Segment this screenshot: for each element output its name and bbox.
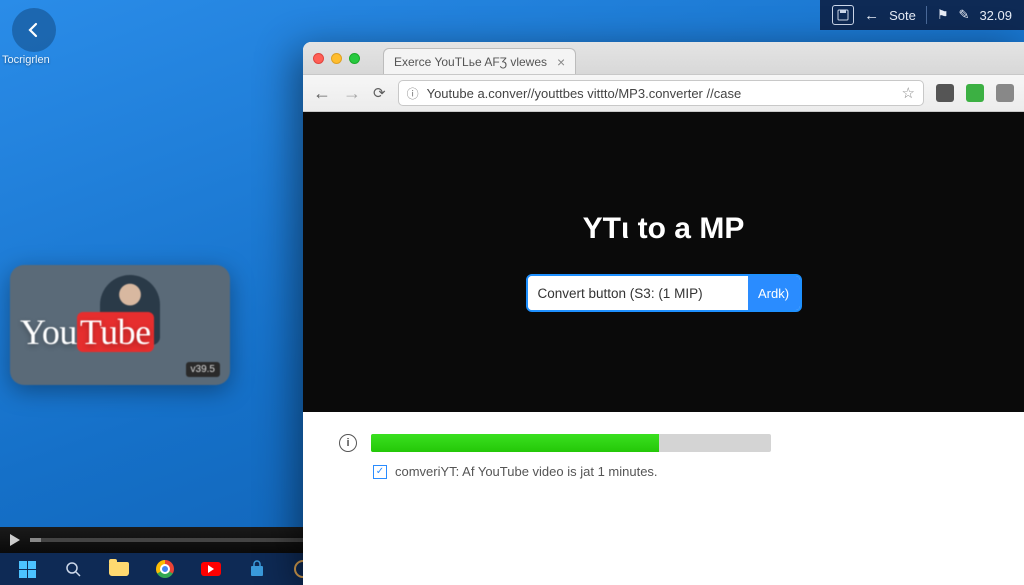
window-close-button[interactable] <box>313 53 324 64</box>
extension-2-icon[interactable] <box>966 84 984 102</box>
taskbar-chrome[interactable] <box>144 556 186 582</box>
address-bar[interactable]: ⓘ Youtube a.conver//youttbes vittto/MP3.… <box>398 80 924 106</box>
extension-3-icon[interactable] <box>996 84 1014 102</box>
convert-bar: Ardk) <box>526 274 802 312</box>
youtube-icon <box>201 562 221 576</box>
status-text: comveriYT: Af YouTube video is jat 1 min… <box>395 464 658 479</box>
youtube-logo: YouTube <box>20 311 154 353</box>
windows-logo-icon <box>19 561 36 578</box>
folder-icon <box>109 562 129 576</box>
start-button[interactable] <box>6 556 48 582</box>
browser-tab[interactable]: Exerce YouTLьe AFƷ vlewes × <box>383 48 576 74</box>
window-maximize-button[interactable] <box>349 53 360 64</box>
taskbar-store[interactable] <box>236 556 278 582</box>
browser-titlebar: Exerce YouTLьe AFƷ vlewes × <box>303 42 1024 74</box>
url-input[interactable] <box>528 276 748 310</box>
browser-window: Exerce YouTLьe AFƷ vlewes × ← → ⟳ ⓘ Yout… <box>303 42 1024 585</box>
hero-section: YTι to a MP Ardk) <box>303 112 1024 412</box>
play-icon[interactable] <box>10 534 20 546</box>
arrow-left-icon <box>24 20 44 40</box>
nav-forward-button[interactable]: → <box>343 83 361 104</box>
system-tray: ← Sote ⚑ ✎ 32.09 <box>820 0 1024 30</box>
bookmark-star-icon[interactable]: ☆ <box>902 84 915 102</box>
tab-title: Exerce YouTLьe AFƷ vlewes <box>394 55 547 69</box>
tab-close-button[interactable]: × <box>557 55 565 69</box>
tray-save-icon[interactable] <box>832 5 854 25</box>
taskbar-search-button[interactable] <box>52 556 94 582</box>
info-icon: i <box>339 434 357 452</box>
taskbar-youtube[interactable] <box>190 556 232 582</box>
chrome-icon <box>156 560 174 578</box>
check-icon: ✓ <box>373 465 387 479</box>
youtube-thumbnail-card[interactable]: YouTube v39.5 <box>10 265 230 385</box>
desktop-back-icon[interactable] <box>12 8 56 52</box>
progress-row: i <box>339 434 988 452</box>
browser-toolbar: ← → ⟳ ⓘ Youtube a.conver//youttbes vittt… <box>303 74 1024 112</box>
tray-divider <box>926 6 927 24</box>
tray-clock: 32.09 <box>979 8 1012 23</box>
status-line: ✓ comveriYT: Af YouTube video is jat 1 m… <box>373 464 988 479</box>
search-icon <box>65 561 81 577</box>
reload-button[interactable]: ⟳ <box>373 84 386 102</box>
desktop-background: Tocrigrlen ← Sote ⚑ ✎ 32.09 YouTube v39.… <box>0 0 1024 585</box>
tray-sote-label: Sote <box>889 8 916 23</box>
url-text: Youtube a.conver//youttbes vittto/MP3.co… <box>427 86 742 101</box>
window-minimize-button[interactable] <box>331 53 342 64</box>
convert-button[interactable]: Ardk) <box>748 276 800 310</box>
taskbar-explorer[interactable] <box>98 556 140 582</box>
arrow-left-icon[interactable]: ← <box>864 7 879 24</box>
extension-1-icon[interactable] <box>936 84 954 102</box>
pencil-icon[interactable]: ✎ <box>959 7 970 23</box>
page-content: YTι to a MP Ardk) i ✓ comveriYT: Af YouT… <box>303 112 1024 585</box>
result-section: i ✓ comveriYT: Af YouTube video is jat 1… <box>303 412 1024 585</box>
nav-back-button[interactable]: ← <box>313 83 331 104</box>
progress-bar <box>371 434 771 452</box>
media-progress[interactable] <box>30 538 310 542</box>
desktop-icon-label: Tocrigrlen <box>2 54 50 66</box>
media-player-strip <box>0 527 320 553</box>
page-title: YTι to a MP <box>583 212 745 246</box>
version-badge: v39.5 <box>186 362 220 377</box>
flag-icon[interactable]: ⚑ <box>937 7 949 23</box>
bag-icon <box>248 560 266 578</box>
site-info-icon[interactable]: ⓘ <box>407 85 419 102</box>
progress-fill <box>371 434 659 452</box>
